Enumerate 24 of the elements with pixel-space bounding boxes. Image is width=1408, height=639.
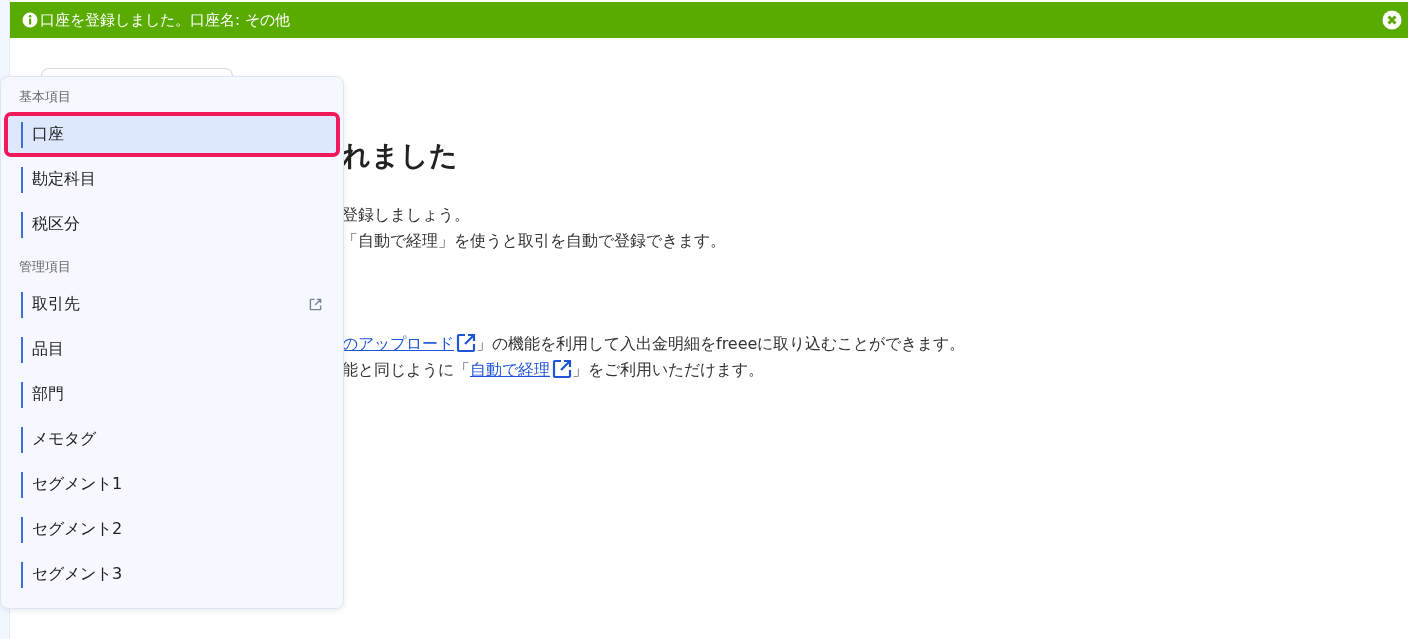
menu-item[interactable]: 取引先	[8, 282, 336, 327]
external-link-icon	[552, 359, 572, 379]
external-link-icon	[309, 298, 322, 311]
menu-item[interactable]: 部門	[8, 372, 336, 417]
page-heading: れました	[342, 138, 459, 174]
dropdown-field[interactable]	[41, 68, 233, 76]
section-heading: 基本項目	[19, 89, 71, 106]
menu-item[interactable]: 口座	[8, 116, 336, 153]
menu-item[interactable]: メモタグ	[8, 417, 336, 462]
banner-message: 口座を登録しました。口座名: その他	[40, 10, 290, 30]
paragraph-text: 「自動で経理」を使うと取引を自動で登録できます。	[342, 230, 727, 252]
external-link-icon	[456, 333, 476, 353]
menu-item[interactable]: セグメント3	[8, 552, 336, 597]
close-icon	[1382, 10, 1402, 30]
help-link[interactable]: 自動で経理	[470, 360, 550, 379]
info-icon	[22, 12, 38, 28]
menu-item[interactable]: 勘定科目	[8, 157, 336, 202]
menu-item[interactable]: 品目	[8, 327, 336, 372]
menu-item[interactable]: セグメント1	[8, 462, 336, 507]
paragraph-text: 登録しましょう。	[342, 204, 471, 226]
menu-item[interactable]: セグメント2	[8, 507, 336, 552]
section-heading: 管理項目	[19, 259, 71, 276]
close-button[interactable]	[1382, 10, 1402, 30]
menu-item[interactable]: 税区分	[8, 202, 336, 247]
